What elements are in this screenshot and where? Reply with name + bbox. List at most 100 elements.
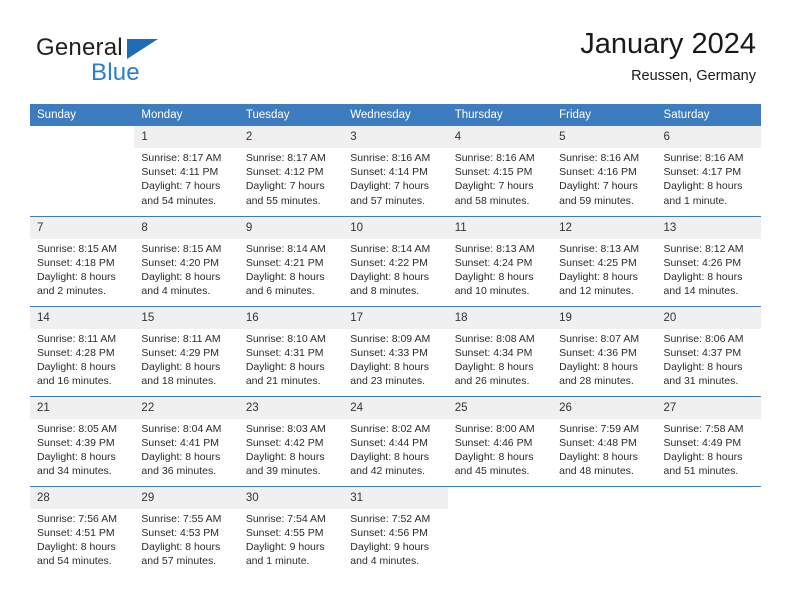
calendar-day-cell[interactable]: 4 Sunrise: 8:16 AM Sunset: 4:15 PM Daylight… xyxy=(447,126,553,216)
sunrise-text: Sunrise: 8:03 AM xyxy=(245,422,326,435)
day-number: 8 xyxy=(134,216,239,239)
daylight-text-line1: Daylight: 8 hours xyxy=(454,270,534,283)
daylight-text-line1: Daylight: 8 hours xyxy=(141,450,221,463)
calendar-week-row: 1 Sunrise: 8:17 AM Sunset: 4:11 PM Daylight… xyxy=(30,126,761,216)
page-header: General Blue January 2024 Reussen, Germa… xyxy=(0,0,792,104)
day-number: 24 xyxy=(343,396,448,419)
sunrise-text: Sunrise: 8:16 AM xyxy=(559,152,640,164)
calendar-page: General Blue January 2024 Reussen, Germa… xyxy=(0,0,792,612)
day-details: Sunrise: 8:13 AM Sunset: 4:24 PM Daylight:… xyxy=(448,239,552,299)
daylight-text-line2: and 16 minutes. xyxy=(37,375,112,388)
daylight-text-line2: and 28 minutes. xyxy=(559,375,634,388)
day-number: 19 xyxy=(552,306,657,329)
sunset-text: Sunset: 4:34 PM xyxy=(454,346,533,359)
weekday-header-friday: Friday xyxy=(552,104,657,126)
day-number: 17 xyxy=(343,306,448,329)
day-number: 13 xyxy=(656,216,761,239)
daylight-text-line1: Daylight: 8 hours xyxy=(559,270,638,283)
general-blue-logo[interactable]: General Blue xyxy=(36,34,236,86)
calendar-day-cell[interactable]: 21 Sunrise: 8:05 AM Sunset: 4:39 PM Dayligh… xyxy=(30,395,135,486)
day-details: Sunrise: 8:15 AM Sunset: 4:20 PM Daylight:… xyxy=(134,239,238,299)
calendar-day-cell-empty xyxy=(447,485,553,576)
day-details: Sunrise: 8:11 AM Sunset: 4:28 PM Daylight:… xyxy=(30,329,134,389)
daylight-text-line2: and 45 minutes. xyxy=(454,465,530,478)
calendar-day-cell[interactable]: 16 Sunrise: 8:10 AM Sunset: 4:31 PM Dayligh… xyxy=(238,305,344,396)
calendar-day-cell[interactable]: 14 Sunrise: 8:11 AM Sunset: 4:28 PM Dayligh… xyxy=(30,305,135,396)
daylight-text-line2: and 57 minutes. xyxy=(141,555,217,568)
daylight-text-line1: Daylight: 8 hours xyxy=(663,270,743,283)
daylight-text-line2: and 59 minutes. xyxy=(559,194,634,207)
calendar-week-row: 7 Sunrise: 8:15 AM Sunset: 4:18 PM Daylight… xyxy=(30,215,761,306)
sunset-text: Sunset: 4:25 PM xyxy=(559,256,637,269)
day-details: Sunrise: 8:10 AM Sunset: 4:31 PM Daylight:… xyxy=(239,329,343,389)
calendar-day-cell[interactable]: 23 Sunrise: 8:03 AM Sunset: 4:42 PM Dayligh… xyxy=(238,395,344,486)
day-number: 14 xyxy=(30,306,135,329)
calendar-day-cell[interactable]: 26 Sunrise: 7:59 AM Sunset: 4:48 PM Dayligh… xyxy=(552,395,657,486)
calendar-day-cell[interactable]: 6 Sunrise: 8:16 AM Sunset: 4:17 PM Daylight… xyxy=(656,126,761,216)
weekday-header-wednesday: Wednesday xyxy=(343,104,448,126)
calendar-day-cell[interactable]: 7 Sunrise: 8:15 AM Sunset: 4:18 PM Daylight… xyxy=(30,215,135,306)
calendar-day-cell[interactable]: 28 Sunrise: 7:56 AM Sunset: 4:51 PM Dayligh… xyxy=(30,485,135,576)
calendar-day-cell[interactable]: 11 Sunrise: 8:13 AM Sunset: 4:24 PM Dayligh… xyxy=(447,215,553,306)
day-number: 4 xyxy=(447,126,553,148)
day-number: 31 xyxy=(343,486,448,509)
daylight-text-line2: and 23 minutes. xyxy=(350,375,425,388)
title-block: January 2024 Reussen, Germany xyxy=(580,26,756,86)
day-details: Sunrise: 8:16 AM Sunset: 4:14 PM Daylight:… xyxy=(343,148,447,208)
weekday-header-tuesday: Tuesday xyxy=(238,104,344,126)
calendar-day-cell[interactable]: 15 Sunrise: 8:11 AM Sunset: 4:29 PM Dayligh… xyxy=(134,305,239,396)
daylight-text-line1: Daylight: 8 hours xyxy=(37,450,116,463)
logo-text-blue: Blue xyxy=(91,59,140,86)
calendar-day-cell[interactable]: 9 Sunrise: 8:14 AM Sunset: 4:21 PM Daylight… xyxy=(238,215,344,306)
day-details: Sunrise: 8:05 AM Sunset: 4:39 PM Daylight:… xyxy=(30,419,134,479)
sunset-text: Sunset: 4:33 PM xyxy=(350,346,428,359)
calendar-day-cell[interactable]: 22 Sunrise: 8:04 AM Sunset: 4:41 PM Dayligh… xyxy=(134,395,239,486)
sunrise-text: Sunrise: 8:15 AM xyxy=(37,242,117,255)
day-details: Sunrise: 8:17 AM Sunset: 4:12 PM Daylight:… xyxy=(239,148,343,208)
day-details: Sunrise: 7:58 AM Sunset: 4:49 PM Daylight:… xyxy=(657,419,761,479)
daylight-text-line2: and 54 minutes. xyxy=(37,555,112,568)
daylight-text-line1: Daylight: 7 hours xyxy=(141,180,221,193)
calendar-day-cell[interactable]: 30 Sunrise: 7:54 AM Sunset: 4:55 PM Dayligh… xyxy=(238,485,344,576)
day-number: 20 xyxy=(656,306,761,329)
calendar-day-cell[interactable]: 24 Sunrise: 8:02 AM Sunset: 4:44 PM Dayligh… xyxy=(343,395,448,486)
calendar-day-cell[interactable]: 19 Sunrise: 8:07 AM Sunset: 4:36 PM Dayligh… xyxy=(552,305,657,396)
weekday-header-thursday: Thursday xyxy=(447,104,553,126)
calendar-day-cell[interactable]: 2 Sunrise: 8:17 AM Sunset: 4:12 PM Daylight… xyxy=(238,126,344,216)
day-details: Sunrise: 7:59 AM Sunset: 4:48 PM Daylight:… xyxy=(552,419,656,479)
calendar-header-row: Sunday Monday Tuesday Wednesday Thursday… xyxy=(30,104,761,126)
day-number: 9 xyxy=(238,216,344,239)
daylight-text-line2: and 2 minutes. xyxy=(37,285,106,298)
day-number: 16 xyxy=(238,306,344,329)
calendar-day-cell[interactable]: 10 Sunrise: 8:14 AM Sunset: 4:22 PM Dayligh… xyxy=(343,215,448,306)
calendar-day-cell[interactable]: 25 Sunrise: 8:00 AM Sunset: 4:46 PM Dayligh… xyxy=(447,395,553,486)
sunset-text: Sunset: 4:21 PM xyxy=(245,256,324,269)
sunset-text: Sunset: 4:11 PM xyxy=(141,166,219,179)
calendar-day-cell[interactable]: 3 Sunrise: 8:16 AM Sunset: 4:14 PM Daylight… xyxy=(343,126,448,216)
daylight-text-line1: Daylight: 8 hours xyxy=(37,540,116,553)
calendar-day-cell[interactable]: 17 Sunrise: 8:09 AM Sunset: 4:33 PM Dayligh… xyxy=(343,305,448,396)
calendar-day-cell[interactable]: 12 Sunrise: 8:13 AM Sunset: 4:25 PM Dayligh… xyxy=(552,215,657,306)
calendar-day-cell[interactable]: 31 Sunrise: 7:52 AM Sunset: 4:56 PM Dayligh… xyxy=(343,485,448,576)
day-number: 23 xyxy=(238,396,344,419)
calendar-day-cell[interactable]: 29 Sunrise: 7:55 AM Sunset: 4:53 PM Dayligh… xyxy=(134,485,239,576)
sunset-text: Sunset: 4:31 PM xyxy=(245,346,324,359)
day-number: 25 xyxy=(447,396,553,419)
day-details: Sunrise: 8:13 AM Sunset: 4:25 PM Daylight:… xyxy=(552,239,656,299)
calendar-day-cell[interactable]: 1 Sunrise: 8:17 AM Sunset: 4:11 PM Daylight… xyxy=(134,126,239,216)
sunrise-text: Sunrise: 8:11 AM xyxy=(141,332,221,345)
daylight-text-line1: Daylight: 8 hours xyxy=(663,450,743,463)
calendar-day-cell[interactable]: 13 Sunrise: 8:12 AM Sunset: 4:26 PM Dayligh… xyxy=(656,215,761,306)
calendar-day-cell[interactable]: 20 Sunrise: 8:06 AM Sunset: 4:37 PM Dayligh… xyxy=(656,305,761,396)
calendar-day-cell[interactable]: 8 Sunrise: 8:15 AM Sunset: 4:20 PM Daylight… xyxy=(134,215,239,306)
calendar-day-cell[interactable]: 27 Sunrise: 7:58 AM Sunset: 4:49 PM Dayligh… xyxy=(656,395,761,486)
sunrise-text: Sunrise: 8:13 AM xyxy=(559,242,640,255)
day-number: 3 xyxy=(343,126,448,148)
daylight-text-line1: Daylight: 8 hours xyxy=(37,270,116,283)
daylight-text-line1: Daylight: 7 hours xyxy=(559,180,638,193)
calendar-day-cell[interactable]: 5 Sunrise: 8:16 AM Sunset: 4:16 PM Daylight… xyxy=(552,126,657,216)
weekday-header-monday: Monday xyxy=(134,104,239,126)
calendar-day-cell[interactable]: 18 Sunrise: 8:08 AM Sunset: 4:34 PM Dayligh… xyxy=(447,305,553,396)
day-number: 15 xyxy=(134,306,239,329)
day-details: Sunrise: 8:03 AM Sunset: 4:42 PM Daylight:… xyxy=(239,419,343,479)
